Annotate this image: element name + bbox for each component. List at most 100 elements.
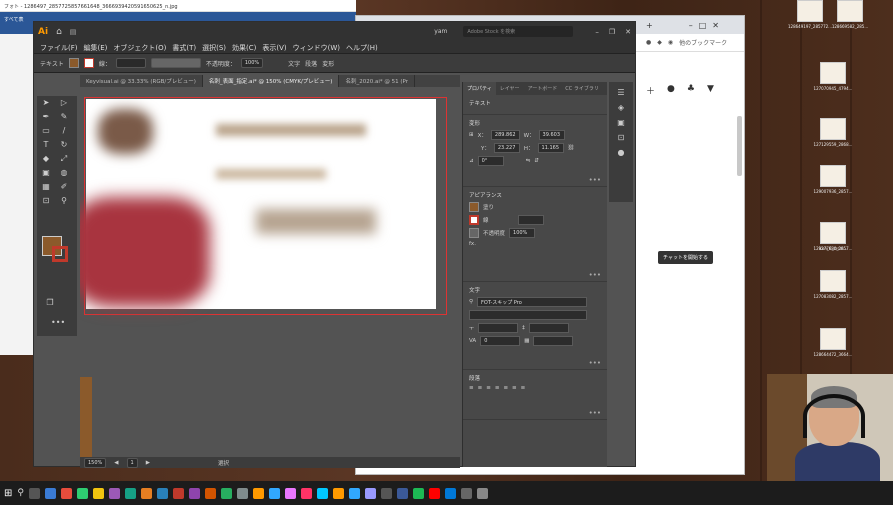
desktop-icon[interactable]: icon_C_crcm... xyxy=(803,222,863,251)
transform-link[interactable]: 変形 xyxy=(322,59,334,68)
taskbar-app-icon[interactable] xyxy=(172,487,184,499)
menu-item[interactable]: オブジェクト(O) xyxy=(113,43,166,52)
eraser-tool-icon[interactable]: ◆ xyxy=(39,153,53,165)
para-link[interactable]: 段落 xyxy=(305,59,317,68)
justify-right-icon[interactable]: ≡ xyxy=(512,385,517,391)
taskbar-app-icon[interactable] xyxy=(444,487,456,499)
stroke-weight-input[interactable] xyxy=(517,215,544,225)
taskbar-app-icon[interactable] xyxy=(124,487,136,499)
gradient-tool-icon[interactable]: ▦ xyxy=(39,181,53,193)
type-tool-icon[interactable]: T xyxy=(39,139,53,151)
justify-center-icon[interactable]: ≡ xyxy=(503,385,508,391)
zoom-field[interactable]: 150% xyxy=(84,457,107,468)
taskbar-app-icon[interactable] xyxy=(364,487,376,499)
document-tab[interactable]: 名刺_表面_指定.ai* @ 150% (CMYK/プレビュー) xyxy=(202,75,340,87)
taskbar-app-icon[interactable] xyxy=(460,487,472,499)
close-button[interactable]: ✕ xyxy=(712,21,719,30)
layers-dock-icon[interactable]: ◈ xyxy=(618,103,624,112)
libraries-dock-icon[interactable]: ⊡ xyxy=(618,133,625,142)
properties-dock-icon[interactable]: ☰ xyxy=(617,88,624,97)
color-dock-icon[interactable]: ● xyxy=(618,148,625,157)
taskbar-app-icon[interactable] xyxy=(28,487,40,499)
new-tab-button[interactable]: + xyxy=(646,21,653,30)
stock-search-input[interactable]: Adobe Stock を検索 xyxy=(463,26,574,37)
transform-more-button[interactable]: ••• xyxy=(589,176,601,184)
taskbar-app-icon[interactable] xyxy=(268,487,280,499)
taskbar-app-icon[interactable] xyxy=(76,487,88,499)
messenger-icon[interactable]: ● xyxy=(667,84,675,97)
fx-button[interactable]: fx. xyxy=(469,241,476,247)
fill-swatch[interactable] xyxy=(68,58,79,68)
taskbar-app-icon[interactable] xyxy=(236,487,248,499)
desktop-icon[interactable]: 127070945_4794... xyxy=(803,62,863,91)
y-field[interactable]: 23.227 xyxy=(493,143,520,153)
menu-item[interactable]: 書式(T) xyxy=(172,43,196,52)
photo-viewer-all-button[interactable]: すべて表 xyxy=(4,17,23,23)
justify-left-icon[interactable]: ≡ xyxy=(495,385,500,391)
taskbar-app-icon[interactable] xyxy=(476,487,488,499)
taskbar-app-icon[interactable] xyxy=(220,487,232,499)
user-name[interactable]: yam xyxy=(434,28,447,35)
font-style-select[interactable] xyxy=(469,310,587,320)
taskbar-app-icon[interactable] xyxy=(44,487,56,499)
artboard-tool-icon[interactable]: ⊡ xyxy=(39,195,53,207)
bookmark-label[interactable]: 他のブックマーク xyxy=(679,38,727,47)
angle-field[interactable]: 0° xyxy=(477,156,504,166)
zoom-tool-icon[interactable]: ⚲ xyxy=(57,195,71,207)
selection-tool-icon[interactable]: ➤ xyxy=(39,97,53,109)
artboards-dock-icon[interactable]: ▣ xyxy=(617,118,625,127)
next-artboard-icon[interactable]: ▶ xyxy=(146,460,150,466)
flip-h-icon[interactable]: ⇋ xyxy=(526,158,531,164)
taskbar-app-icon[interactable] xyxy=(108,487,120,499)
pen-tool-icon[interactable]: ✒ xyxy=(39,111,53,123)
appearance-fill-swatch[interactable] xyxy=(469,202,479,212)
close-icon[interactable]: ✕ xyxy=(625,28,631,36)
screen-mode-icon[interactable]: ❐ xyxy=(43,297,57,309)
shapebuilder-tool-icon[interactable]: ◍ xyxy=(57,167,71,179)
taskbar-app-icon[interactable] xyxy=(188,487,200,499)
desktop-icon[interactable]: 128664472_3664... xyxy=(803,328,863,357)
taskbar-app-icon[interactable] xyxy=(284,487,296,499)
justify-all-icon[interactable]: ≡ xyxy=(521,385,526,391)
rectangle-tool-icon[interactable]: ▭ xyxy=(39,125,53,137)
opacity-field[interactable]: 100% xyxy=(240,58,264,68)
variable-width-field[interactable] xyxy=(150,58,201,68)
align-right-icon[interactable]: ≡ xyxy=(486,385,491,391)
browser-scrollbar[interactable] xyxy=(737,116,742,176)
align-center-icon[interactable]: ≡ xyxy=(478,385,483,391)
illustrator-window[interactable]: Ai ⌂ ▤ yam Adobe Stock を検索 – ❐ ✕ ファイル(F)… xyxy=(33,21,636,468)
appearance-more-button[interactable]: ••• xyxy=(589,271,601,279)
puzzle-icon[interactable]: ◆ xyxy=(657,39,662,46)
layout-icon[interactable]: ▤ xyxy=(70,28,77,36)
taskbar-app-icon[interactable] xyxy=(348,487,360,499)
leading-field[interactable] xyxy=(528,323,569,333)
bell-icon[interactable]: ♣ xyxy=(687,84,695,97)
start-button[interactable]: ⊞ xyxy=(4,488,12,499)
font-family-select[interactable]: FOT-スキップ Pro xyxy=(477,297,588,307)
prev-artboard-icon[interactable]: ◀ xyxy=(114,460,118,466)
menu-item[interactable]: 選択(S) xyxy=(202,43,226,52)
width-tool-icon[interactable]: ▣ xyxy=(39,167,53,179)
plus-icon[interactable]: ＋ xyxy=(646,84,655,97)
menu-item[interactable]: ウィンドウ(W) xyxy=(293,43,340,52)
taskbar-app-icon[interactable] xyxy=(140,487,152,499)
restore-button[interactable]: □ xyxy=(699,21,707,30)
menu-item[interactable]: ヘルプ(H) xyxy=(346,43,378,52)
minimize-icon[interactable]: – xyxy=(595,28,599,36)
minimize-button[interactable]: – xyxy=(689,21,693,30)
char-link[interactable]: 文字 xyxy=(288,59,300,68)
profile-icon[interactable]: ◉ xyxy=(668,39,673,46)
taskbar-app-icon[interactable] xyxy=(204,487,216,499)
panel-tab[interactable]: レイヤー xyxy=(496,82,524,95)
dropdown-icon[interactable]: ▼ xyxy=(707,84,714,97)
panel-tab[interactable]: アートボード xyxy=(524,82,562,95)
canvas[interactable] xyxy=(80,87,460,457)
more-tools-icon[interactable]: ••• xyxy=(51,317,65,329)
taskbar-app-icon[interactable] xyxy=(332,487,344,499)
stroke-weight-field[interactable] xyxy=(115,58,146,68)
font-size-field[interactable] xyxy=(478,323,519,333)
scale-tool-icon[interactable]: ⤢ xyxy=(57,153,71,165)
stroke-swatch[interactable] xyxy=(83,58,94,68)
menu-item[interactable]: 表示(V) xyxy=(262,43,286,52)
menu-item[interactable]: ファイル(F) xyxy=(40,43,78,52)
